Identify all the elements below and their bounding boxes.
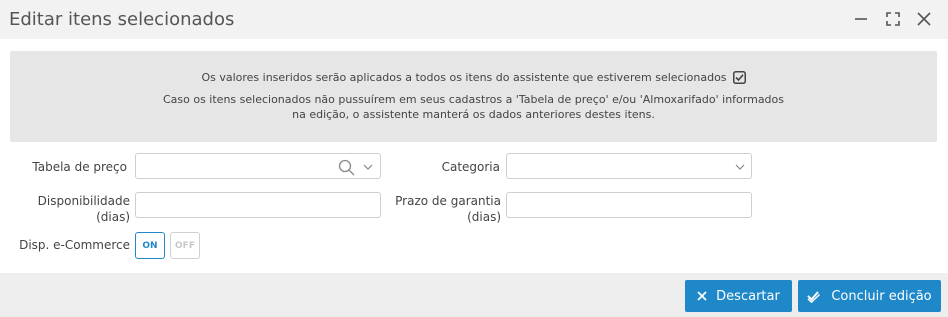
tabela-preco-input[interactable] xyxy=(136,154,326,178)
disponibilidade-label-line-2: (dias) xyxy=(96,210,130,224)
chevron-down-icon[interactable] xyxy=(734,161,746,173)
confirm-edit-button[interactable]: Concluir edição xyxy=(798,280,941,312)
disponibilidade-label: Disponibilidade (dias) xyxy=(0,193,130,225)
info-banner: Os valores inseridos serão aplicados a t… xyxy=(10,51,937,142)
double-check-icon xyxy=(807,290,822,303)
search-icon[interactable] xyxy=(337,158,355,176)
categoria-input[interactable] xyxy=(507,154,722,178)
prazo-garantia-field[interactable] xyxy=(506,192,752,218)
disp-ecommerce-label: Disp. e-Commerce xyxy=(19,238,130,252)
close-icon[interactable] xyxy=(915,10,933,28)
discard-button-label: Descartar xyxy=(716,288,780,304)
tabela-preco-label: Tabela de preço xyxy=(32,160,127,174)
info-line-3: na edição, o assistente manterá os dados… xyxy=(292,108,655,121)
ecommerce-off-toggle[interactable]: OFF xyxy=(170,232,200,259)
info-line-2: Caso os itens selecionados não pussuírem… xyxy=(162,93,785,106)
disponibilidade-field[interactable] xyxy=(135,192,381,218)
maximize-icon[interactable] xyxy=(884,10,902,28)
minimize-icon[interactable] xyxy=(852,10,870,28)
dialog-titlebar: Editar itens selecionados xyxy=(0,0,948,39)
checkbox-checked-icon xyxy=(732,71,746,87)
info-line-1: Os valores inseridos serão aplicados a t… xyxy=(10,71,937,87)
ecommerce-on-toggle[interactable]: ON xyxy=(135,232,165,259)
close-icon xyxy=(697,291,707,301)
disponibilidade-input[interactable] xyxy=(136,193,380,217)
chevron-down-icon[interactable] xyxy=(362,161,374,173)
prazo-garantia-label: Prazo de garantia (dias) xyxy=(380,193,501,225)
categoria-label: Categoria xyxy=(441,160,500,174)
discard-button[interactable]: Descartar xyxy=(685,280,792,312)
prazo-garantia-input[interactable] xyxy=(507,193,751,217)
tabela-preco-select[interactable] xyxy=(135,153,381,179)
prazo-garantia-label-line-2: (dias) xyxy=(467,210,501,224)
disponibilidade-label-line-1: Disponibilidade xyxy=(37,194,130,208)
prazo-garantia-label-line-1: Prazo de garantia xyxy=(395,194,501,208)
info-line-1-text: Os valores inseridos serão aplicados a t… xyxy=(201,71,727,84)
dialog-title: Editar itens selecionados xyxy=(9,9,235,30)
confirm-edit-button-label: Concluir edição xyxy=(831,288,932,304)
categoria-select[interactable] xyxy=(506,153,752,179)
